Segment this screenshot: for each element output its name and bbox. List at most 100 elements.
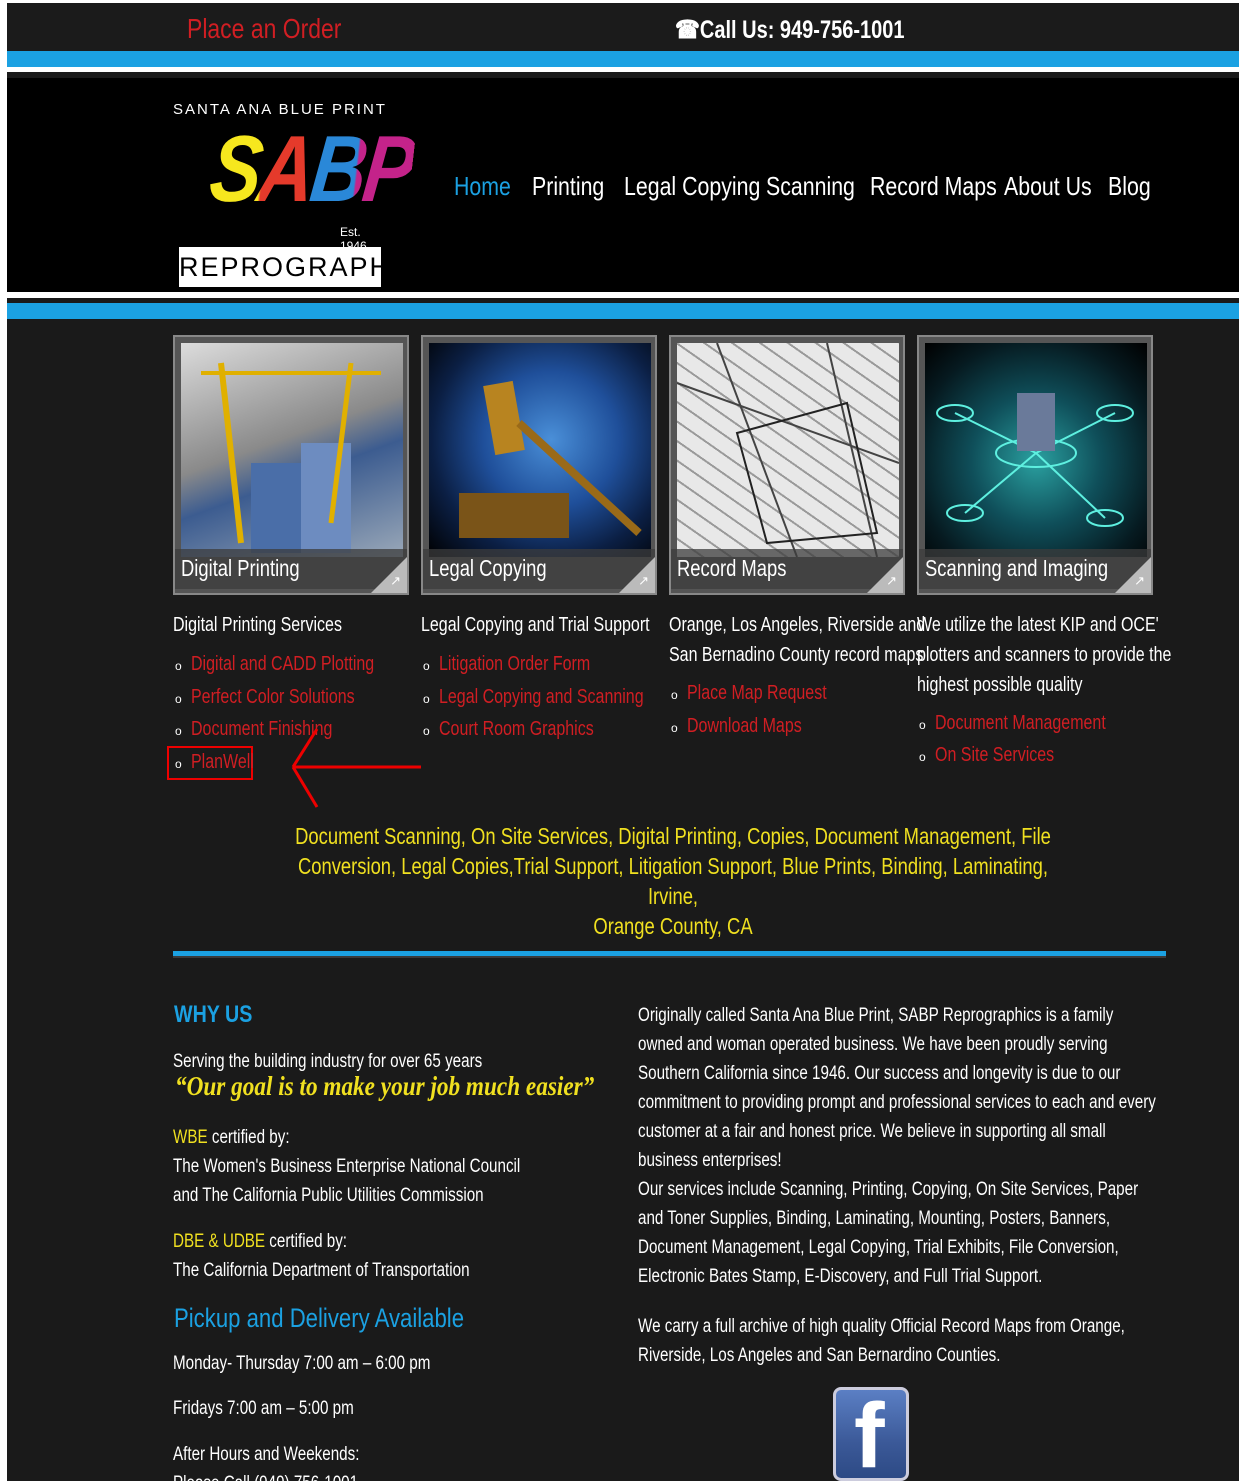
why-us-heading: WHY US	[174, 1001, 253, 1028]
column-title-line: We utilize the latest KIP and OCE'	[917, 614, 1159, 636]
logo-bottom-text: REPROGRAPHICS	[179, 247, 440, 287]
wbe-certified-text: certified by:	[207, 1127, 290, 1148]
header-blue-stripe	[7, 303, 1239, 319]
nav-record-maps[interactable]: Record Maps	[870, 171, 997, 202]
goal-quote: “Our goal is to make your job much easie…	[175, 1071, 595, 1101]
column-title-line: San Bernadino County record maps	[669, 644, 924, 666]
link-on-site-services[interactable]: On Site Services	[935, 744, 1054, 767]
bullet-icon: o	[175, 659, 182, 673]
expand-arrow-icon: ↗	[1134, 573, 1145, 588]
link-perfect-color[interactable]: Perfect Color Solutions	[191, 686, 355, 709]
about-line: owned and woman operated business. We ha…	[638, 1034, 1108, 1055]
bullet-icon: o	[175, 724, 182, 738]
column-title: Legal Copying and Trial Support	[421, 614, 650, 636]
bullet-icon: o	[175, 692, 182, 706]
header-white-stripe	[7, 292, 1239, 298]
place-order-link[interactable]: Place an Order	[187, 13, 341, 45]
bullet-icon: o	[423, 659, 430, 673]
wbe-line-2: and The California Public Utilities Comm…	[173, 1185, 484, 1206]
keyword-line: Document Scanning, On Site Services, Dig…	[295, 823, 1051, 849]
card-caption: Legal Copying	[429, 555, 547, 581]
link-planwell[interactable]: PlanWell	[191, 751, 254, 774]
wbe-label: WBE	[173, 1127, 208, 1148]
dbe-line-1: The California Department of Transportat…	[173, 1260, 470, 1281]
network-illustration	[936, 393, 1134, 527]
corner-fold	[619, 557, 655, 593]
card-scanning-imaging[interactable]: Scanning and Imaging ↗	[917, 335, 1153, 595]
bullet-icon: o	[175, 757, 182, 771]
link-download-maps[interactable]: Download Maps	[687, 715, 802, 738]
corner-fold	[1115, 557, 1151, 593]
about-line: Riverside, Los Angeles and San Bernardin…	[638, 1345, 1001, 1366]
column-title-line: highest possible quality	[917, 674, 1083, 696]
top-blue-stripe	[7, 51, 1239, 67]
about-paragraph-2: We carry a full archive of high quality …	[638, 1312, 1239, 1370]
wbe-line-1: The Women's Business Enterprise National…	[173, 1156, 521, 1177]
nav-home[interactable]: Home	[454, 171, 511, 202]
phone-icon: ☎	[675, 16, 700, 44]
keyword-block: Document Scanning, On Site Services, Dig…	[173, 821, 1173, 941]
expand-arrow-icon: ↗	[638, 573, 649, 588]
link-court-room-graphics[interactable]: Court Room Graphics	[439, 718, 594, 741]
record-maps-image	[676, 342, 900, 558]
top-white-stripe	[7, 67, 1239, 72]
link-litigation-order-form[interactable]: Litigation Order Form	[439, 653, 590, 676]
corner-fold	[867, 557, 903, 593]
about-line: Our services include Scanning, Printing,…	[638, 1179, 1139, 1200]
link-document-management[interactable]: Document Management	[935, 712, 1106, 735]
scanning-imaging-image	[925, 343, 1147, 557]
bullet-icon: o	[423, 724, 430, 738]
facebook-icon[interactable]: f	[833, 1387, 909, 1481]
wbe-certified-line: WBE certified by:	[173, 1123, 290, 1152]
section-divider-shadow	[173, 956, 1166, 958]
red-arrow-annotation	[291, 728, 421, 808]
expand-arrow-icon: ↗	[886, 573, 897, 588]
bullet-icon: o	[919, 718, 926, 732]
keyword-line: Orange County, CA	[593, 913, 753, 939]
dbe-certified-text: certified by:	[265, 1231, 348, 1252]
nav-legal-copying[interactable]: Legal Copying	[624, 171, 760, 202]
gavel-illustration	[459, 380, 642, 538]
link-digital-cadd-plotting[interactable]: Digital and CADD Plotting	[191, 653, 374, 676]
card-digital-printing[interactable]: Digital Printing ↗	[173, 335, 409, 595]
hours-monday-thursday: Monday- Thursday 7:00 am – 6:00 pm	[173, 1353, 431, 1374]
page-frame: Place an Order ☎Call Us: 949-756-1001 SA…	[7, 3, 1239, 1481]
dbe-certified-line: DBE & UDBE certified by:	[173, 1227, 347, 1256]
keyword-line: Conversion, Legal Copies,Trial Support, …	[297, 853, 1049, 909]
bullet-icon: o	[919, 750, 926, 764]
nav-scanning[interactable]: Scanning	[766, 171, 855, 202]
facebook-f-glyph: f	[854, 1387, 885, 1481]
hours-fridays: Fridays 7:00 am – 5:00 pm	[173, 1398, 354, 1419]
about-line: Electronic Bates Stamp, E-Discovery, and…	[638, 1266, 1043, 1287]
link-legal-copying-scanning[interactable]: Legal Copying and Scanning	[439, 686, 644, 709]
about-line: We carry a full archive of high quality …	[638, 1316, 1125, 1337]
nav-about-us[interactable]: About Us	[1004, 171, 1092, 202]
about-line: Southern California since 1946. Our succ…	[638, 1063, 1121, 1084]
logo-sabp-text: SABP	[205, 116, 419, 221]
legal-copying-image	[429, 343, 651, 557]
expand-arrow-icon: ↗	[390, 573, 401, 588]
card-caption: Scanning and Imaging	[925, 555, 1109, 581]
about-line: and Toner Supplies, Binding, Laminating,…	[638, 1208, 1111, 1229]
digital-printing-image	[181, 343, 403, 557]
bullet-icon: o	[671, 688, 678, 702]
building-illustration	[201, 362, 381, 553]
nav-blog[interactable]: Blog	[1108, 171, 1151, 202]
sabp-logo[interactable]: SANTA ANA BLUE PRINT SABP Est. 1946 REPR…	[173, 93, 440, 293]
link-place-map-request[interactable]: Place Map Request	[687, 682, 827, 705]
card-caption: Record Maps	[677, 555, 787, 581]
bullet-icon: o	[671, 721, 678, 735]
pickup-heading: Pickup and Delivery Available	[174, 1303, 465, 1333]
dbe-label: DBE & UDBE	[173, 1231, 266, 1252]
about-line: Document Management, Legal Copying, Tria…	[638, 1237, 1119, 1258]
column-title: Digital Printing Services	[173, 614, 342, 636]
card-record-maps[interactable]: Record Maps ↗	[669, 335, 905, 595]
map-illustration	[676, 342, 900, 558]
top-bar: Place an Order ☎Call Us: 949-756-1001	[7, 3, 1239, 51]
card-legal-copying[interactable]: Legal Copying ↗	[421, 335, 657, 595]
call-us-text[interactable]: ☎Call Us: 949-756-1001	[675, 15, 904, 45]
about-line: customer at a fair and honest price. We …	[638, 1121, 1106, 1142]
about-line: business enterprises!	[638, 1150, 782, 1171]
about-paragraph-1: Originally called Santa Ana Blue Print, …	[638, 1001, 1239, 1291]
nav-printing[interactable]: Printing	[532, 171, 604, 202]
